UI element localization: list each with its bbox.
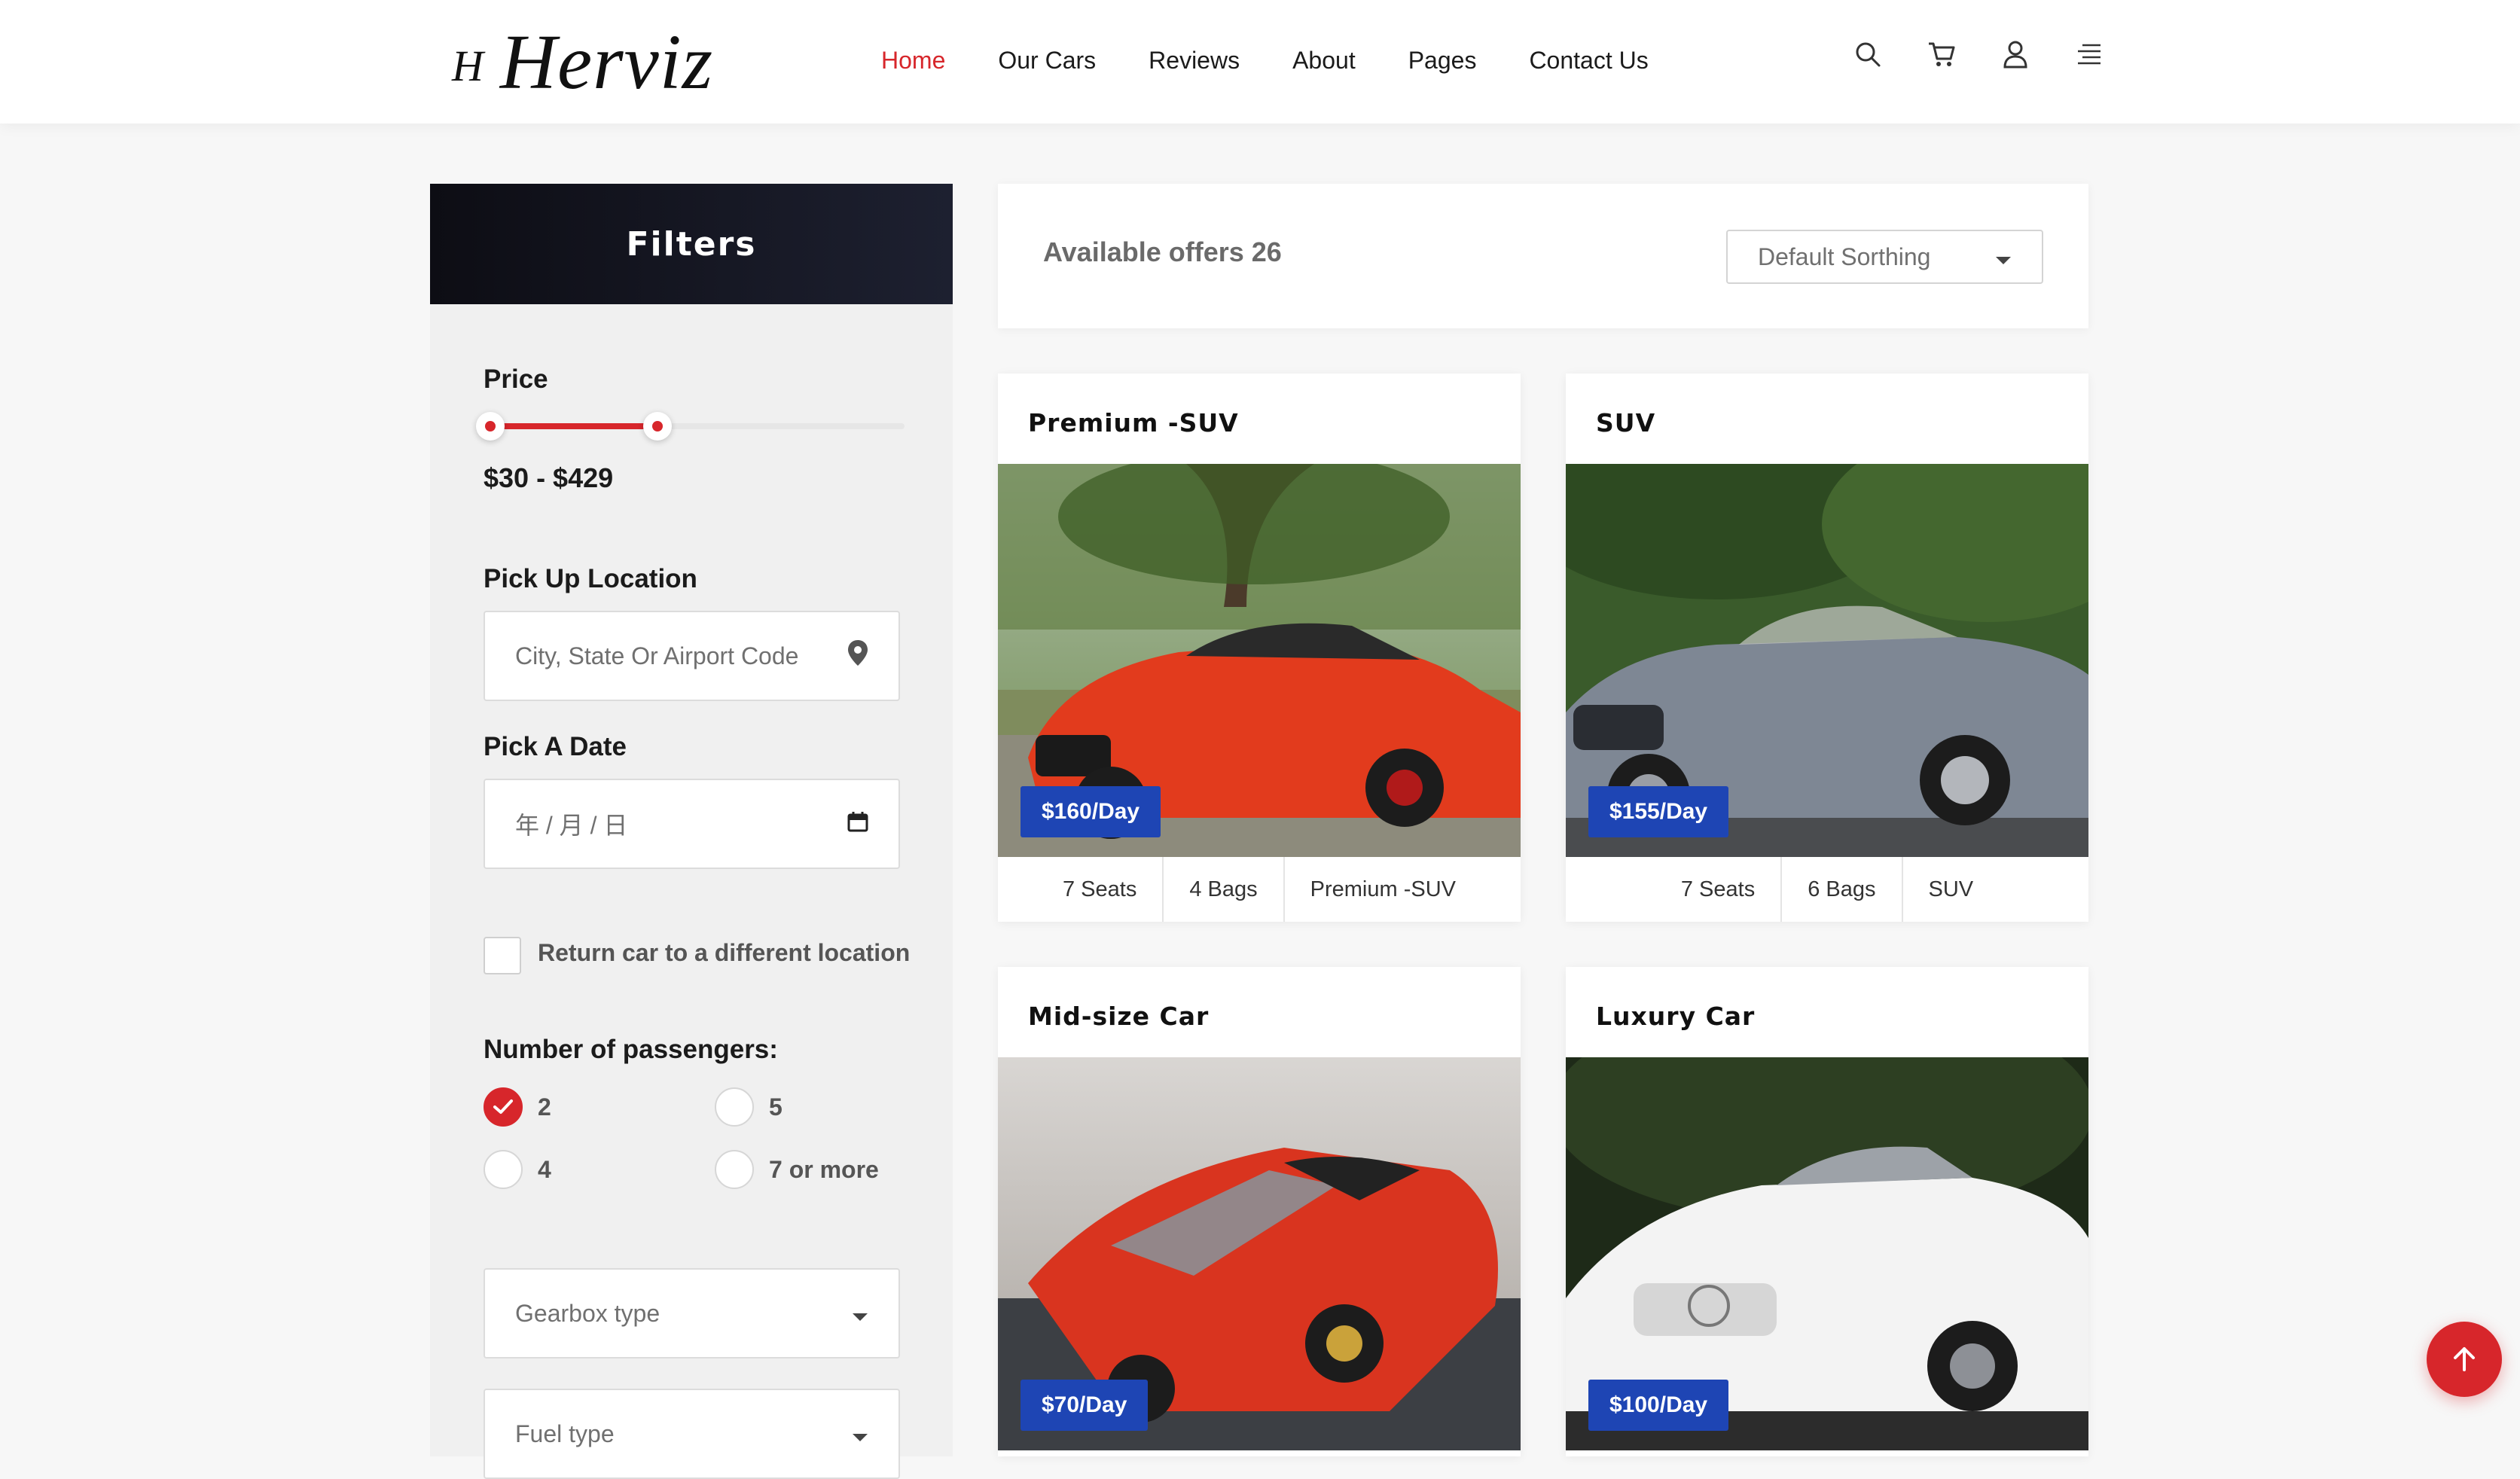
spec-type: SUV: [1928, 877, 1974, 901]
price-badge: $100/Day: [1588, 1380, 1729, 1431]
passengers-label-5[interactable]: 5: [769, 1093, 783, 1121]
car-card[interactable]: Premium -SUV $160/Day 7 Seats 4 Bags Pre…: [998, 374, 1521, 922]
date-label: Pick A Date: [484, 732, 627, 761]
passengers-radio-4[interactable]: [484, 1150, 523, 1189]
date-input[interactable]: 年 / 月 / 日: [484, 779, 900, 869]
price-range-fill: [490, 423, 657, 429]
chevron-down-icon: [852, 1300, 868, 1328]
car-specs: 7 Seats 4 Bags Premium -SUV: [998, 857, 1521, 922]
gearbox-select-value: Gearbox type: [515, 1299, 661, 1327]
gearbox-select[interactable]: Gearbox type: [484, 1268, 900, 1359]
fuel-select[interactable]: Fuel type: [484, 1389, 900, 1479]
nav-pages[interactable]: Pages: [1408, 47, 1477, 75]
sort-select[interactable]: Default Sorthing: [1726, 230, 2043, 284]
logo[interactable]: H Herviz: [452, 17, 713, 107]
price-badge: $160/Day: [1021, 786, 1161, 837]
filters-title: Filters: [626, 224, 757, 264]
logo-text: Herviz: [499, 18, 714, 105]
passengers-label-2[interactable]: 2: [538, 1093, 551, 1121]
passengers-label: Number of passengers:: [484, 1035, 778, 1064]
site-header: H Herviz Home Our Cars Reviews About Pag…: [0, 0, 2520, 124]
user-icon[interactable]: [2000, 39, 2030, 69]
nav-about[interactable]: About: [1292, 47, 1356, 75]
filters-header: Filters: [430, 184, 953, 304]
location-pin-icon: [847, 639, 868, 672]
results-topbar: Available offers 26 Default Sorthing: [998, 184, 2088, 328]
nav-contact-us[interactable]: Contact Us: [1529, 47, 1648, 75]
car-title[interactable]: Mid-size Car: [1028, 1002, 1209, 1031]
car-title[interactable]: Luxury Car: [1596, 1002, 1755, 1031]
price-range-value: $30 - $429: [484, 462, 614, 493]
price-max-handle[interactable]: [643, 412, 672, 441]
spec-bags: 4 Bags: [1164, 857, 1285, 922]
return-different-location-label[interactable]: Return car to a different location: [538, 939, 910, 967]
filters-sidebar: Filters Price $30 - $429 Pick Up Locatio…: [430, 184, 953, 1479]
price-label: Price: [484, 364, 548, 394]
sort-select-value: Default Sorthing: [1758, 242, 1931, 270]
nav-our-cars[interactable]: Our Cars: [998, 47, 1096, 75]
date-placeholder: 年 / 月 / 日: [515, 812, 628, 839]
chevron-down-icon: [852, 1420, 868, 1448]
car-card[interactable]: Mid-size Car $70/Day: [998, 967, 1521, 1456]
search-icon[interactable]: [1853, 39, 1883, 69]
passengers-radio-7-or-more[interactable]: [715, 1150, 754, 1189]
chevron-down-icon: [1995, 243, 2012, 271]
car-image[interactable]: $160/Day: [998, 464, 1521, 857]
cart-icon[interactable]: [1927, 39, 1957, 69]
car-title[interactable]: Premium -SUV: [1028, 408, 1239, 438]
car-card[interactable]: Luxury Car $100/Day: [1566, 967, 2088, 1456]
car-card[interactable]: SUV $155/Day 7 Seats 6 Bags SUV: [1566, 374, 2088, 922]
spec-type: Premium -SUV: [1310, 877, 1456, 901]
calendar-icon[interactable]: [847, 810, 868, 838]
passengers-radio-5[interactable]: [715, 1087, 754, 1127]
header-icons: [1853, 39, 2104, 69]
pickup-label: Pick Up Location: [484, 564, 697, 593]
price-badge: $155/Day: [1588, 786, 1729, 837]
spec-seats: 7 Seats: [1655, 857, 1783, 922]
spec-seats: 7 Seats: [1037, 857, 1164, 922]
spec-bags: 6 Bags: [1782, 857, 1903, 922]
menu-icon[interactable]: [2074, 39, 2104, 69]
main-nav: Home Our Cars Reviews About Pages Contac…: [881, 0, 1701, 120]
nav-home[interactable]: Home: [881, 47, 945, 75]
car-image[interactable]: $155/Day: [1566, 464, 2088, 857]
return-different-location-checkbox[interactable]: [484, 937, 521, 974]
available-offers: Available offers 26: [1043, 236, 1282, 267]
car-specs: 7 Seats 6 Bags SUV: [1566, 857, 2088, 922]
car-image[interactable]: $70/Day: [998, 1057, 1521, 1450]
price-badge: $70/Day: [1021, 1380, 1149, 1431]
price-min-handle[interactable]: [476, 412, 505, 441]
passengers-radio-2[interactable]: [484, 1087, 523, 1127]
logo-mark: H: [452, 41, 484, 90]
pickup-location-input[interactable]: City, State Or Airport Code: [484, 611, 900, 701]
car-title[interactable]: SUV: [1596, 408, 1655, 438]
car-image[interactable]: $100/Day: [1566, 1057, 2088, 1450]
pickup-placeholder: City, State Or Airport Code: [515, 642, 799, 669]
passengers-label-4[interactable]: 4: [538, 1156, 551, 1184]
scroll-to-top-button[interactable]: [2427, 1322, 2502, 1397]
fuel-select-value: Fuel type: [515, 1420, 615, 1447]
passengers-label-7-or-more[interactable]: 7 or more: [769, 1156, 879, 1184]
checkmark-icon: [493, 1099, 513, 1114]
nav-reviews[interactable]: Reviews: [1149, 47, 1240, 75]
arrow-up-icon: [2454, 1347, 2475, 1371]
